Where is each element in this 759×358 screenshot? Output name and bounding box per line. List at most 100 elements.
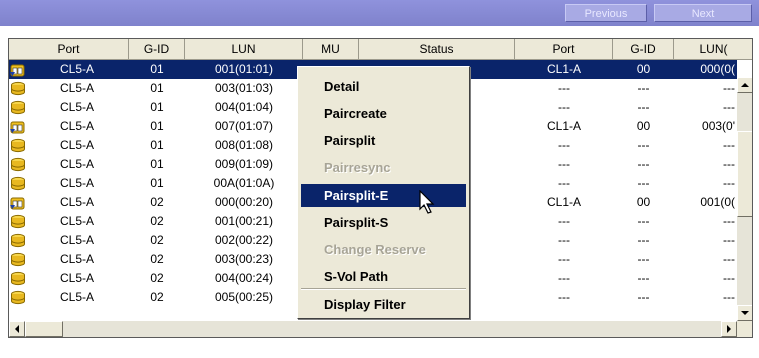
cell-lun-secondary: 003(0' — [702, 119, 735, 133]
arrow-up-icon — [741, 83, 749, 87]
cell-lun-secondary: --- — [723, 214, 735, 228]
cell-lun: 001(01:01) — [214, 62, 274, 76]
scroll-left-button[interactable] — [9, 321, 25, 337]
menu-item-paircreate[interactable]: Paircreate — [301, 102, 466, 125]
cell-gid-secondary: --- — [637, 290, 650, 304]
vertical-scrollbar[interactable] — [737, 77, 752, 321]
menu-item-s-vol-path[interactable]: S-Vol Path — [301, 265, 466, 288]
cell-gid: 01 — [150, 157, 164, 171]
cell-port-secondary: --- — [558, 138, 570, 152]
column-header-port-secondary[interactable]: Port — [515, 39, 613, 60]
cell-port: CL5-A — [59, 252, 94, 266]
menu-separator — [301, 288, 466, 290]
cell-lun: 003(00:23) — [214, 252, 274, 266]
column-header-gid-secondary[interactable]: G-ID — [613, 39, 674, 60]
column-header-lun[interactable]: LUN — [185, 39, 303, 60]
cell-gid: 01 — [150, 81, 164, 95]
cell-port: CL5-A — [59, 233, 94, 247]
arrow-down-icon — [741, 311, 749, 315]
scroll-up-button[interactable] — [737, 77, 752, 93]
cell-port-secondary: --- — [558, 157, 570, 171]
cell-lun: 007(01:07) — [214, 119, 274, 133]
cell-lun-secondary: --- — [723, 138, 735, 152]
scrollbar-corner — [737, 321, 752, 337]
simplex-volume-icon — [11, 176, 25, 191]
cell-gid-secondary: --- — [637, 81, 650, 95]
scroll-thumb[interactable] — [737, 131, 752, 217]
cell-port: CL5-A — [59, 100, 94, 114]
cell-lun: 005(00:25) — [214, 290, 274, 304]
arrow-left-icon — [15, 325, 19, 333]
pair-volume-icon — [10, 121, 25, 134]
cell-port: CL5-A — [59, 157, 94, 171]
cell-lun-secondary: --- — [723, 271, 735, 285]
cell-port-secondary: --- — [558, 176, 570, 190]
cell-gid-secondary: --- — [637, 157, 650, 171]
cell-lun: 003(01:03) — [214, 81, 274, 95]
toolbar: Previous Next — [0, 0, 759, 26]
simplex-volume-icon — [11, 214, 25, 229]
column-header-gid[interactable]: G-ID — [129, 39, 185, 60]
cell-port-secondary: --- — [558, 81, 570, 95]
cell-lun-secondary: --- — [723, 233, 735, 247]
cell-gid-secondary: --- — [637, 100, 650, 114]
cell-lun: 004(00:24) — [214, 271, 274, 285]
previous-button[interactable]: Previous — [565, 4, 647, 22]
cell-gid: 02 — [150, 195, 164, 209]
cell-gid: 01 — [150, 100, 164, 114]
pair-volume-icon — [10, 197, 25, 210]
simplex-volume-icon — [11, 81, 25, 96]
cell-gid: 01 — [150, 119, 164, 133]
cell-port-secondary: --- — [558, 214, 570, 228]
cell-port-secondary: CL1-A — [546, 62, 581, 76]
context-menu: Detail Paircreate Pairsplit Pairresync Pairs… — [297, 66, 470, 319]
cell-port-secondary: --- — [558, 233, 570, 247]
simplex-volume-icon — [11, 138, 25, 153]
menu-item-pairsplit-e[interactable]: Pairsplit-E — [301, 184, 466, 207]
menu-item-display-filter[interactable]: Display Filter — [301, 293, 466, 316]
cell-port-secondary: --- — [558, 290, 570, 304]
pair-volume-icon — [10, 64, 25, 77]
cell-gid: 02 — [150, 271, 164, 285]
cell-lun-secondary: --- — [723, 176, 735, 190]
cell-gid: 01 — [150, 138, 164, 152]
cell-gid-secondary: 00 — [636, 119, 651, 133]
cell-lun: 00A(01:0A) — [213, 176, 275, 190]
cell-port: CL5-A — [59, 271, 94, 285]
mouse-pointer-icon — [419, 190, 435, 214]
column-header-lun-secondary[interactable]: LUN( — [674, 39, 752, 60]
menu-item-detail[interactable]: Detail — [301, 75, 466, 98]
simplex-volume-icon — [11, 290, 25, 305]
menu-item-change-reserve: Change Reserve — [324, 242, 426, 257]
menu-item-pairsplit-s[interactable]: Pairsplit-S — [301, 211, 466, 234]
column-header-port[interactable]: Port — [9, 39, 129, 60]
cell-lun: 004(01:04) — [214, 100, 274, 114]
table-header: Port G-ID LUN MU Status Port G-ID LUN( — [9, 39, 752, 60]
arrow-right-icon — [727, 325, 731, 333]
cell-gid: 02 — [150, 290, 164, 304]
horizontal-scroll-thumb[interactable] — [25, 321, 63, 337]
cell-port: CL5-A — [59, 176, 94, 190]
scroll-right-button[interactable] — [721, 321, 737, 337]
simplex-volume-icon — [11, 252, 25, 267]
cell-port: CL5-A — [59, 214, 94, 228]
cell-gid: 01 — [150, 176, 164, 190]
cell-gid-secondary: --- — [637, 214, 650, 228]
cell-lun: 001(00:21) — [214, 214, 274, 228]
cell-gid-secondary: --- — [637, 176, 650, 190]
simplex-volume-icon — [11, 100, 25, 115]
simplex-volume-icon — [11, 233, 25, 248]
column-header-status[interactable]: Status — [359, 39, 515, 60]
cell-gid: 01 — [150, 62, 164, 76]
cell-lun-secondary: 000(0( — [700, 62, 735, 76]
cell-gid-secondary: --- — [637, 233, 650, 247]
menu-item-pairsplit[interactable]: Pairsplit — [301, 129, 466, 152]
cell-lun-secondary: --- — [723, 252, 735, 266]
next-button[interactable]: Next — [654, 4, 752, 22]
cell-port: CL5-A — [59, 81, 94, 95]
column-header-mu[interactable]: MU — [303, 39, 359, 60]
horizontal-scrollbar[interactable] — [9, 321, 737, 337]
cell-gid: 02 — [150, 252, 164, 266]
cell-lun: 002(00:22) — [214, 233, 274, 247]
scroll-down-button[interactable] — [737, 305, 752, 321]
